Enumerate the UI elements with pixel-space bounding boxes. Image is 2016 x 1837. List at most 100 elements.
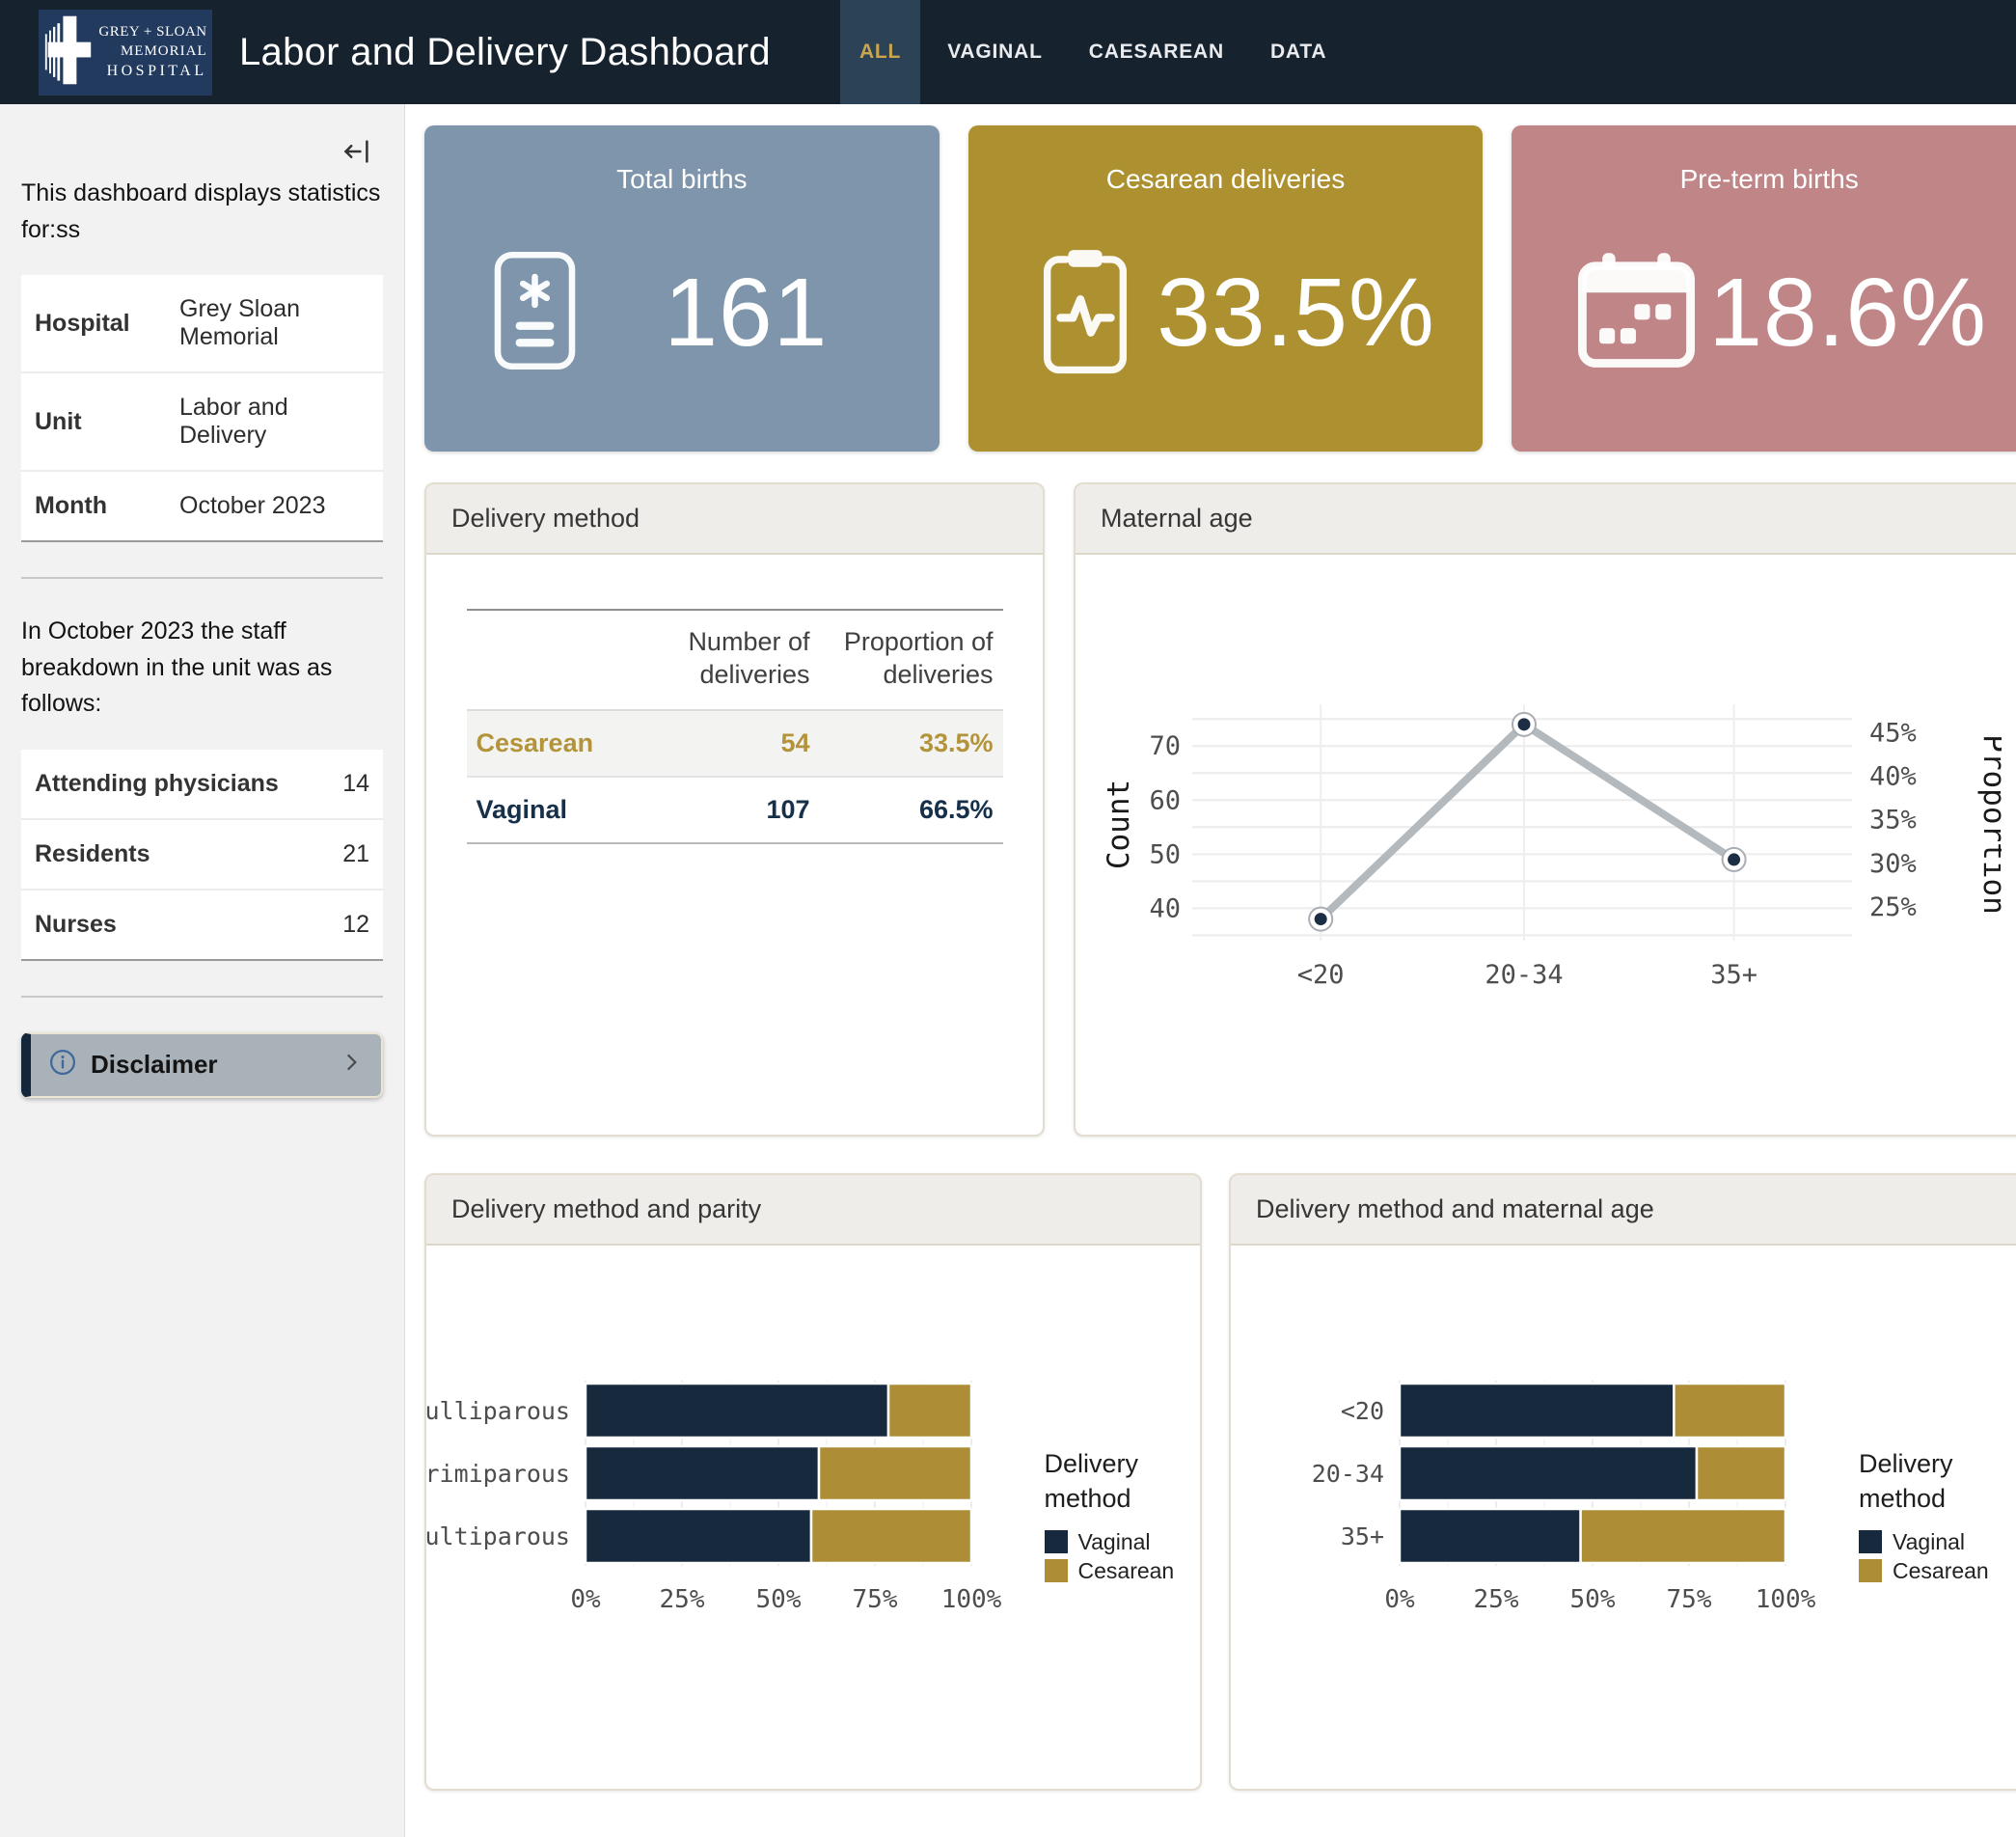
info-value: Labor and Delivery: [166, 372, 383, 471]
value-box-title: Total births: [424, 164, 940, 195]
cards-row-2: Delivery method and parity Nulliparous Pr…: [424, 1173, 2016, 1791]
svg-text:20-34: 20-34: [1312, 1460, 1384, 1488]
svg-text:75%: 75%: [852, 1585, 897, 1614]
staff-value: 14: [304, 750, 384, 819]
value-box-row: Total births 161: [424, 125, 2016, 452]
logo-line-3: HOSPITAL: [98, 61, 206, 82]
row-count: 107: [637, 777, 820, 843]
info-label: Unit: [21, 372, 166, 471]
svg-text:0%: 0%: [570, 1585, 601, 1614]
legend-item-cesarean: Cesarean: [1045, 1558, 1203, 1584]
legend-item-vaginal: Vaginal: [1859, 1529, 2016, 1555]
table-row-vaginal: Vaginal 107 66.5%: [467, 777, 1003, 843]
table-row: Month October 2023: [21, 471, 383, 541]
svg-text:<20: <20: [1296, 960, 1344, 990]
file-medical-icon: [484, 243, 586, 383]
clipboard-pulse-icon: [1028, 239, 1142, 387]
legend-label: Vaginal: [1893, 1529, 1965, 1555]
legend-swatch-cesarean: [1859, 1559, 1882, 1582]
card-body: Nulliparous Primiparous Multiparous 0% 25% 50…: [426, 1246, 1200, 1789]
navbar: GREY + SLOAN MEMORIAL HOSPITAL Labor and…: [0, 0, 2016, 104]
staff-value: 21: [304, 819, 384, 890]
svg-text:45%: 45%: [1869, 719, 1917, 749]
svg-text:Proportion: Proportion: [1976, 734, 2002, 915]
chart-svg: <2020-3435+0%25%50%75%100%: [1231, 1374, 1834, 1661]
svg-text:50: 50: [1149, 839, 1181, 869]
row-label: Vaginal: [467, 777, 637, 843]
svg-text:30%: 30%: [1869, 849, 1917, 879]
legend-swatch-cesarean: [1045, 1559, 1068, 1582]
svg-text:70: 70: [1149, 731, 1181, 761]
hospital-logo-text: GREY + SLOAN MEMORIAL HOSPITAL: [98, 22, 206, 82]
card-body: Number of deliveries Proportion of deliv…: [426, 555, 1043, 1135]
svg-text:60: 60: [1149, 785, 1181, 815]
svg-text:50%: 50%: [755, 1585, 801, 1614]
nav-tabs: ALL VAGINAL CAESAREAN DATA: [840, 0, 1353, 104]
main-content: Total births 161: [405, 104, 2016, 1837]
value-box-value: 161: [586, 258, 907, 369]
svg-text:Multiparous: Multiparous: [424, 1522, 570, 1550]
row-label: Cesarean: [467, 710, 637, 777]
header-cell-empty: [467, 610, 637, 710]
hospital-cross-icon: [43, 14, 94, 92]
delivery-maternal-age-card: Delivery method and maternal age <20 20-3…: [1229, 1173, 2016, 1791]
chart-legend: Delivery method Vaginal Cesarean: [1045, 1447, 1203, 1586]
svg-text:100%: 100%: [940, 1585, 1001, 1614]
staff-value: 12: [304, 890, 384, 960]
delivery-parity-chart: Nulliparous Primiparous Multiparous 0% 25% 50…: [424, 1374, 1202, 1661]
svg-text:Primiparous: Primiparous: [424, 1460, 570, 1488]
delivery-method-table: Number of deliveries Proportion of deliv…: [467, 609, 1003, 844]
svg-text:75%: 75%: [1667, 1585, 1712, 1614]
svg-text:25%: 25%: [659, 1585, 704, 1614]
card-title: Delivery method and maternal age: [1231, 1175, 2016, 1246]
table-row-cesarean: Cesarean 54 33.5%: [467, 710, 1003, 777]
info-label: Hospital: [21, 275, 166, 372]
card-title: Delivery method and parity: [426, 1175, 1200, 1246]
svg-text:Count: Count: [1102, 780, 1136, 869]
cards-row-1: Delivery method Number of deliveries Pro…: [424, 482, 2016, 1137]
chevron-right-icon: [339, 1050, 364, 1080]
maternal-age-chart: 4050607025%30%35%40%45%<2020-3435+CountP…: [1100, 693, 2002, 997]
svg-text:35%: 35%: [1869, 806, 1917, 836]
sidebar: This dashboard displays statistics for:s…: [0, 104, 405, 1837]
table-row: Unit Labor and Delivery: [21, 372, 383, 471]
tab-data[interactable]: DATA: [1251, 0, 1346, 104]
legend-item-vaginal: Vaginal: [1045, 1529, 1203, 1555]
value-box-body: 161: [424, 195, 940, 452]
value-box-preterm-births: Pre-term births: [1512, 125, 2016, 452]
header-cell-proportion: Proportion of deliveries: [820, 610, 1003, 710]
value-box-title: Pre-term births: [1512, 164, 2016, 195]
disclaimer-button[interactable]: Disclaimer: [21, 1032, 383, 1098]
svg-text:<20: <20: [1341, 1397, 1384, 1425]
svg-text:40: 40: [1149, 893, 1181, 923]
tab-vaginal[interactable]: VAGINAL: [928, 0, 1062, 104]
logo-line-2: MEMORIAL: [98, 41, 206, 61]
legend-title: Delivery method: [1045, 1447, 1203, 1515]
value-box-body: 33.5%: [968, 195, 1484, 452]
row-count: 54: [637, 710, 820, 777]
header-cell-count: Number of deliveries: [637, 610, 820, 710]
delivery-parity-card: Delivery method and parity Nulliparous Pr…: [424, 1173, 1202, 1791]
card-title: Delivery method: [426, 484, 1043, 555]
sidebar-divider: [21, 996, 383, 998]
sidebar-intro-text: This dashboard displays statistics for:s…: [21, 176, 383, 248]
info-value: October 2023: [166, 471, 383, 541]
calendar-week-icon: [1571, 247, 1702, 379]
value-box-body: 18.6%: [1512, 195, 2016, 452]
sidebar-divider: [21, 577, 383, 579]
disclaimer-label: Disclaimer: [91, 1050, 339, 1080]
staff-label: Attending physicians: [21, 750, 304, 819]
legend-label: Cesarean: [1893, 1558, 1989, 1584]
svg-text:Nulliparous: Nulliparous: [424, 1397, 570, 1425]
table-header-row: Number of deliveries Proportion of deliv…: [467, 610, 1003, 710]
app: GREY + SLOAN MEMORIAL HOSPITAL Labor and…: [0, 0, 2016, 1837]
sidebar-collapse-icon[interactable]: [342, 137, 371, 171]
svg-text:20-34: 20-34: [1485, 960, 1563, 990]
tab-caesarean[interactable]: CAESAREAN: [1070, 0, 1243, 104]
chart-svg: Nulliparous Primiparous Multiparous 0% 25% 50…: [424, 1374, 1020, 1661]
svg-text:50%: 50%: [1570, 1585, 1616, 1614]
tab-all[interactable]: ALL: [840, 0, 920, 104]
value-box-total-births: Total births 161: [424, 125, 940, 452]
card-body: <2020-3435+0%25%50%75%100%Delivery metho…: [1231, 1246, 2016, 1789]
legend-swatch-vaginal: [1859, 1530, 1882, 1553]
